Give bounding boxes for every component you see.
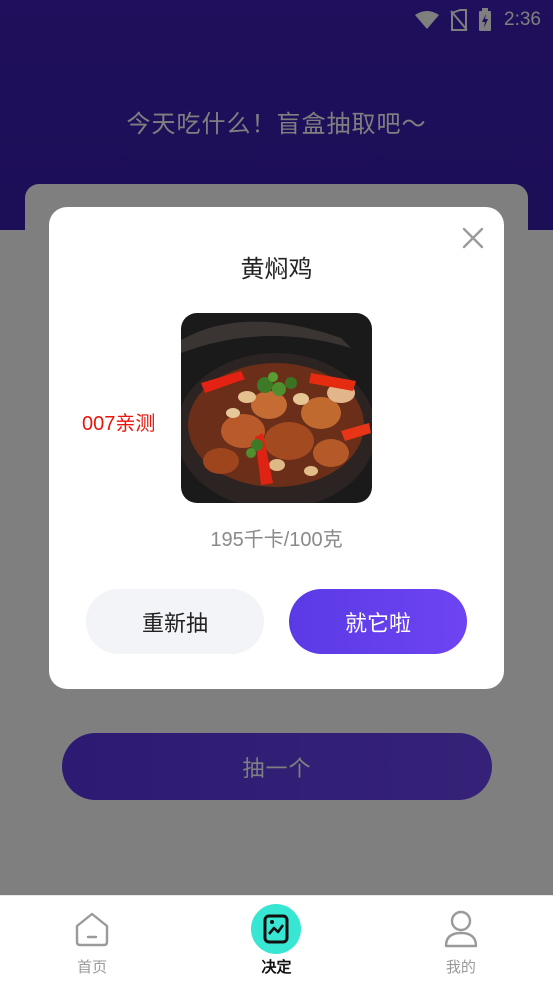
- confirm-button[interactable]: 就它啦: [289, 589, 467, 654]
- image-icon: [251, 904, 302, 954]
- watermark-text: 007亲测: [82, 413, 156, 435]
- bottom-nav: 首页 决定 我的: [0, 895, 553, 983]
- nav-icon-decide: [251, 904, 302, 954]
- home-icon: [67, 904, 117, 954]
- nav-label-decide: 决定: [261, 958, 292, 976]
- result-dialog: 黄焖鸡 007亲测 195千卡/100克 重新抽 就它啦: [49, 207, 504, 689]
- close-button[interactable]: [460, 225, 486, 251]
- nav-item-mine[interactable]: 我的: [369, 896, 553, 983]
- nav-label-mine: 我的: [445, 958, 476, 976]
- dish-name: 黄焖鸡: [240, 255, 313, 283]
- screen: 2:36 今天吃什么！盲盒抽取吧～ 抽一个 首页: [0, 0, 553, 983]
- redraw-button[interactable]: 重新抽: [86, 589, 264, 654]
- calories-text: 195千卡/100克: [210, 529, 343, 551]
- nav-label-home: 首页: [77, 958, 108, 976]
- dish-image: [181, 313, 372, 503]
- nav-item-home[interactable]: 首页: [0, 896, 184, 983]
- user-icon: [436, 904, 486, 954]
- nav-item-decide[interactable]: 决定: [184, 896, 368, 983]
- close-icon: [462, 227, 484, 249]
